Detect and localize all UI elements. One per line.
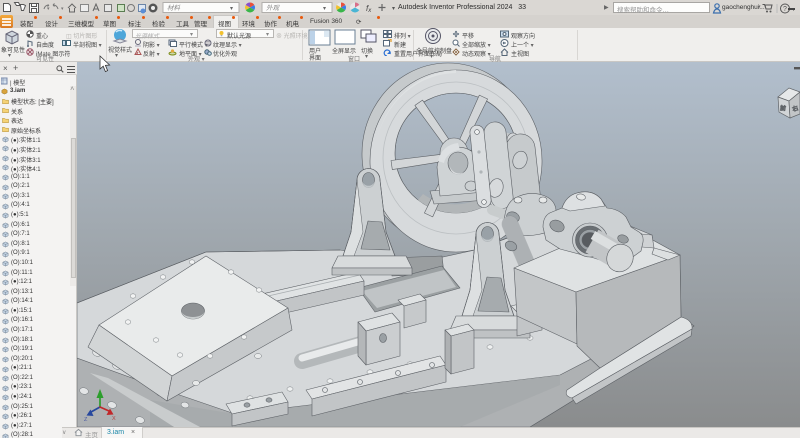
- svg-text:X: X: [112, 416, 116, 422]
